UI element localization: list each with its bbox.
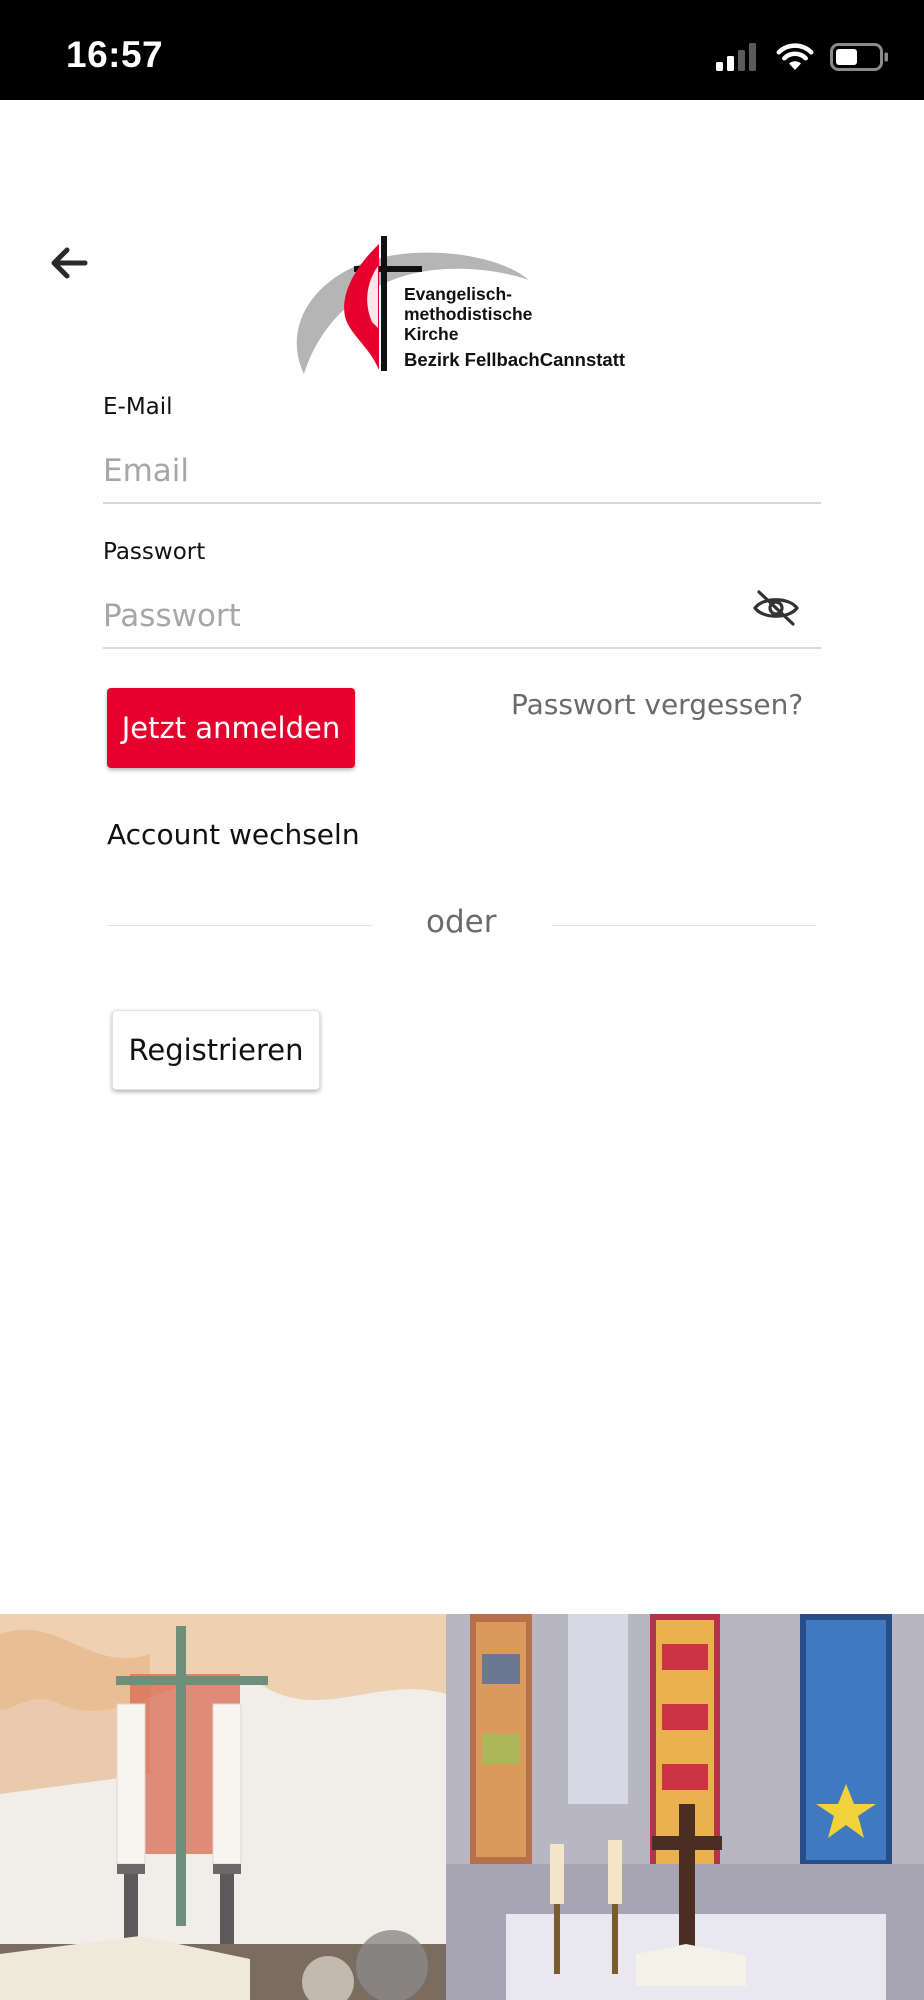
- stained-glass-image: [446, 1614, 924, 2000]
- church-photo-banner: [0, 1614, 924, 2000]
- login-button[interactable]: Jetzt anmelden: [107, 688, 355, 768]
- register-button[interactable]: Registrieren: [112, 1010, 320, 1090]
- divider-label: oder: [426, 904, 497, 940]
- divider-line-left: [107, 925, 372, 926]
- church-logo: Evangelisch- methodistische Kirche Bezir…: [284, 228, 644, 378]
- logo-line-2: methodistische: [404, 304, 533, 324]
- status-icons: [716, 40, 890, 74]
- battery-icon: [830, 43, 888, 71]
- status-time: 16:57: [66, 34, 164, 75]
- password-field[interactable]: [103, 585, 821, 649]
- logo-district: Bezirk FellbachCannstatt: [404, 349, 626, 370]
- status-bar: 16:57: [0, 0, 924, 100]
- logo-line-3: Kirche: [404, 324, 459, 344]
- divider-line-right: [552, 925, 816, 926]
- signal-icon: [716, 43, 756, 71]
- eye-slash-icon: [753, 590, 799, 626]
- password-label: Passwort: [103, 539, 206, 565]
- email-field[interactable]: [103, 440, 821, 504]
- arrow-left-icon: [51, 247, 88, 279]
- switch-account-link[interactable]: Account wechseln: [107, 818, 360, 851]
- password-visibility-toggle[interactable]: [751, 588, 801, 628]
- back-button[interactable]: [44, 238, 94, 288]
- logo-line-1: Evangelisch-: [404, 284, 512, 304]
- altar-candles-image: [0, 1614, 446, 2000]
- forgot-password-link[interactable]: Passwort vergessen?: [511, 688, 803, 721]
- email-label: E-Mail: [103, 394, 173, 420]
- wifi-icon: [776, 43, 814, 70]
